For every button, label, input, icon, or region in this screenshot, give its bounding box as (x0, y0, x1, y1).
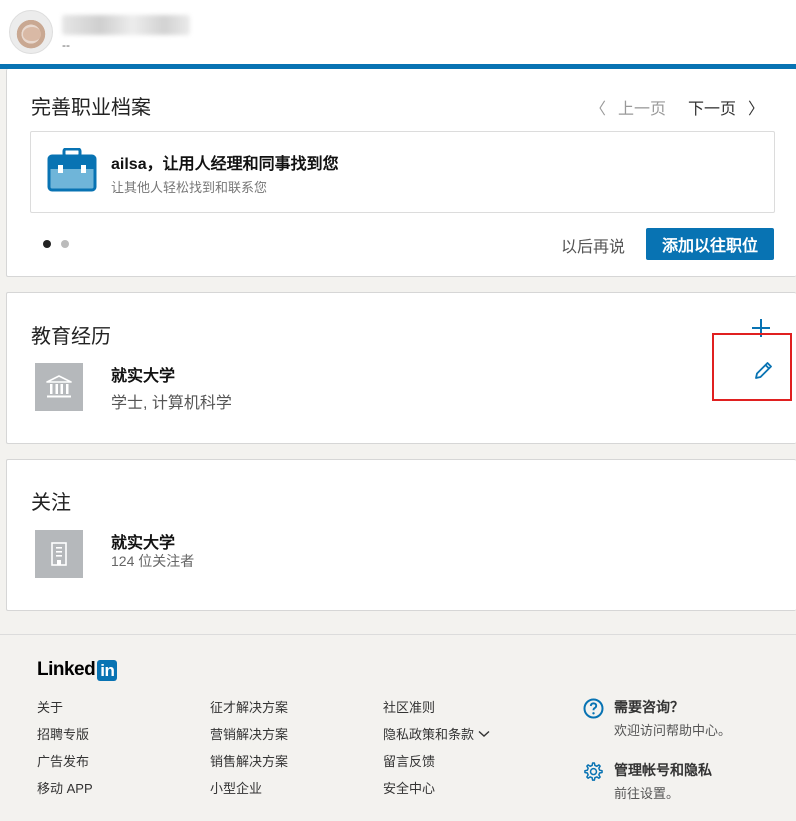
pager: 〈 上一页 下一页 〉 (590, 95, 764, 119)
help-subtitle: 欢迎访问帮助中心。 (614, 723, 732, 738)
next-page-button[interactable]: 下一页 〉 (688, 95, 764, 119)
user-name-redacted (62, 15, 190, 35)
school-building-icon (46, 375, 72, 398)
complete-profile-card: 完善职业档案 〈 上一页 下一页 〉 ailsa，让用人经理和同事找到您 让其他… (6, 69, 796, 277)
logo-in-badge: in (97, 659, 118, 681)
chevron-left-icon: 〈 (589, 101, 606, 118)
help-title: 需要咨询？ (614, 699, 684, 715)
prev-page-label: 上一页 (617, 101, 666, 118)
degree-text: 学士, 计算机科学 (111, 395, 232, 412)
question-circle-icon (583, 698, 604, 719)
footer-link[interactable]: 小型企业 (210, 780, 288, 796)
carousel-dots (43, 240, 69, 248)
footer-column-2: 征才解决方案 营销解决方案 销售解决方案 小型企业 (210, 699, 288, 796)
footer-link[interactable]: 安全中心 (383, 780, 490, 796)
help-center-block[interactable]: 需要咨询？ 欢迎访问帮助中心。 (583, 697, 731, 739)
footer-link[interactable]: 关于 (37, 699, 93, 715)
settings-title: 管理帐号和隐私 (614, 762, 712, 778)
carousel-dot-active[interactable] (43, 240, 51, 248)
briefcase-icon (47, 148, 97, 192)
settings-block[interactable]: 管理帐号和隐私 前往设置。 (583, 760, 712, 802)
settings-subtitle: 前往设置。 (614, 786, 680, 801)
footer-link[interactable]: 营销解决方案 (210, 726, 288, 742)
card-title: 关注 (31, 490, 71, 514)
footer-link[interactable]: 销售解决方案 (210, 753, 288, 769)
footer-column-1: 关于 招聘专版 广告发布 移动 APP (37, 699, 93, 796)
privacy-terms-dropdown[interactable]: 隐私政策和条款 (383, 726, 490, 742)
card-title: 完善职业档案 (31, 95, 151, 119)
following-card: 关注 就实大学 124 位关注者 (6, 459, 796, 611)
footer-column-3: 社区准则 隐私政策和条款 留言反馈 安全中心 (383, 699, 490, 796)
next-page-label: 下一页 (687, 101, 736, 118)
footer: Linked in 关于 招聘专版 广告发布 移动 APP 征才解决方案 营销解… (0, 634, 796, 821)
footer-link[interactable]: 移动 APP (37, 780, 93, 796)
pencil-icon[interactable] (752, 360, 774, 382)
user-subtitle: -- (62, 38, 70, 52)
add-past-position-button[interactable]: 添加以往职位 (646, 228, 774, 260)
footer-link[interactable]: 征才解决方案 (210, 699, 288, 715)
chevron-down-icon (478, 730, 490, 737)
suggestion-box[interactable]: ailsa，让用人经理和同事找到您 让其他人轻松找到和联系您 (30, 131, 775, 213)
footer-link[interactable]: 社区准则 (383, 699, 490, 715)
card-title: 教育经历 (31, 324, 111, 348)
company-building-icon (51, 542, 67, 566)
school-name[interactable]: 就实大学 (111, 362, 175, 386)
prev-page-button[interactable]: 〈 上一页 (590, 95, 666, 119)
avatar[interactable] (9, 10, 53, 54)
follower-count: 124 位关注者 (111, 553, 195, 569)
suggestion-subtitle: 让其他人轻松找到和联系您 (111, 180, 268, 195)
later-button[interactable]: 以后再说 (561, 233, 625, 257)
gear-icon (584, 762, 603, 781)
carousel-dot[interactable] (61, 240, 69, 248)
chevron-right-icon: 〉 (747, 101, 764, 118)
logo-text: Linked (37, 659, 96, 680)
footer-link[interactable]: 广告发布 (37, 753, 93, 769)
education-card: 教育经历 就实大学 学士, 计算机科学 (6, 292, 796, 444)
followed-name[interactable]: 就实大学 (111, 529, 175, 553)
top-bar: -- (0, 0, 796, 64)
footer-link[interactable]: 留言反馈 (383, 753, 490, 769)
school-logo[interactable] (35, 363, 83, 411)
privacy-terms-label: 隐私政策和条款 (383, 727, 475, 742)
footer-link[interactable]: 招聘专版 (37, 726, 93, 742)
company-logo[interactable] (35, 530, 83, 578)
suggestion-title: ailsa，让用人经理和同事找到您 (111, 156, 339, 173)
linkedin-logo[interactable]: Linked in (37, 659, 118, 681)
